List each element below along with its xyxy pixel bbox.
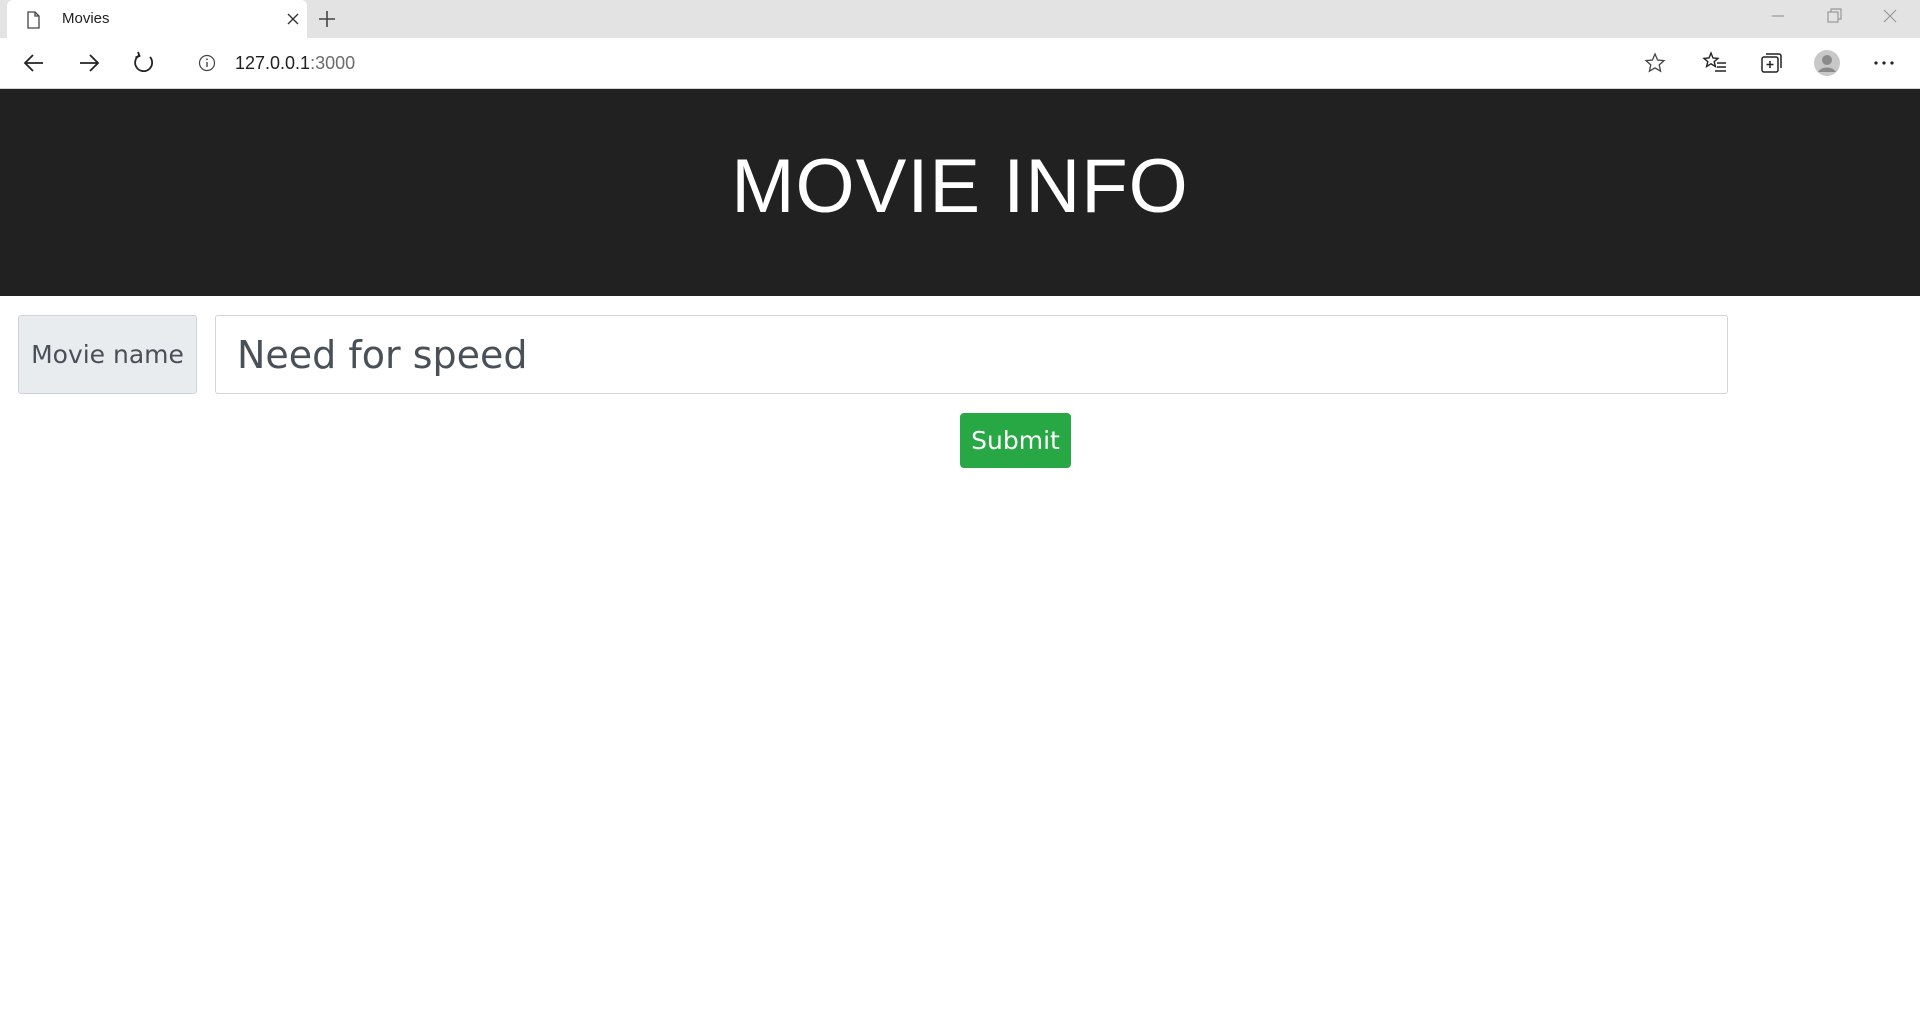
page-icon [27, 11, 40, 29]
url-host: 127.0.0.1 [235, 53, 311, 73]
window-close-icon[interactable] [1880, 6, 1900, 26]
arrow-right-icon[interactable] [76, 50, 102, 76]
submit-button[interactable]: Submit [960, 413, 1071, 468]
reload-icon[interactable] [131, 50, 157, 76]
address-bar[interactable]: 127.0.0.1:3000 [180, 45, 1680, 81]
favorites-icon[interactable] [1702, 50, 1728, 76]
movie-name-label: Movie name [18, 315, 197, 394]
more-icon[interactable] [1871, 50, 1897, 76]
browser-toolbar: 127.0.0.1:3000 [0, 38, 1920, 89]
minimize-icon[interactable] [1768, 6, 1788, 26]
page-title: MOVIE INFO [731, 144, 1189, 229]
tab-title: Movies [62, 10, 110, 27]
restore-icon[interactable] [1824, 6, 1844, 26]
tab-strip: Movies [0, 0, 1920, 38]
browser-tab[interactable]: Movies [7, 0, 307, 38]
url-port: :3000 [310, 53, 356, 73]
url-text[interactable]: 127.0.0.1:3000 [235, 53, 355, 74]
movie-name-input[interactable] [215, 315, 1728, 394]
plus-icon[interactable] [316, 8, 338, 30]
close-icon[interactable] [285, 11, 301, 27]
page-header: MOVIE INFO [0, 89, 1920, 296]
info-icon[interactable] [198, 54, 216, 72]
star-icon[interactable] [1644, 52, 1666, 74]
profile-icon[interactable] [1813, 49, 1841, 77]
arrow-left-icon[interactable] [21, 50, 47, 76]
collections-icon[interactable] [1758, 50, 1784, 76]
